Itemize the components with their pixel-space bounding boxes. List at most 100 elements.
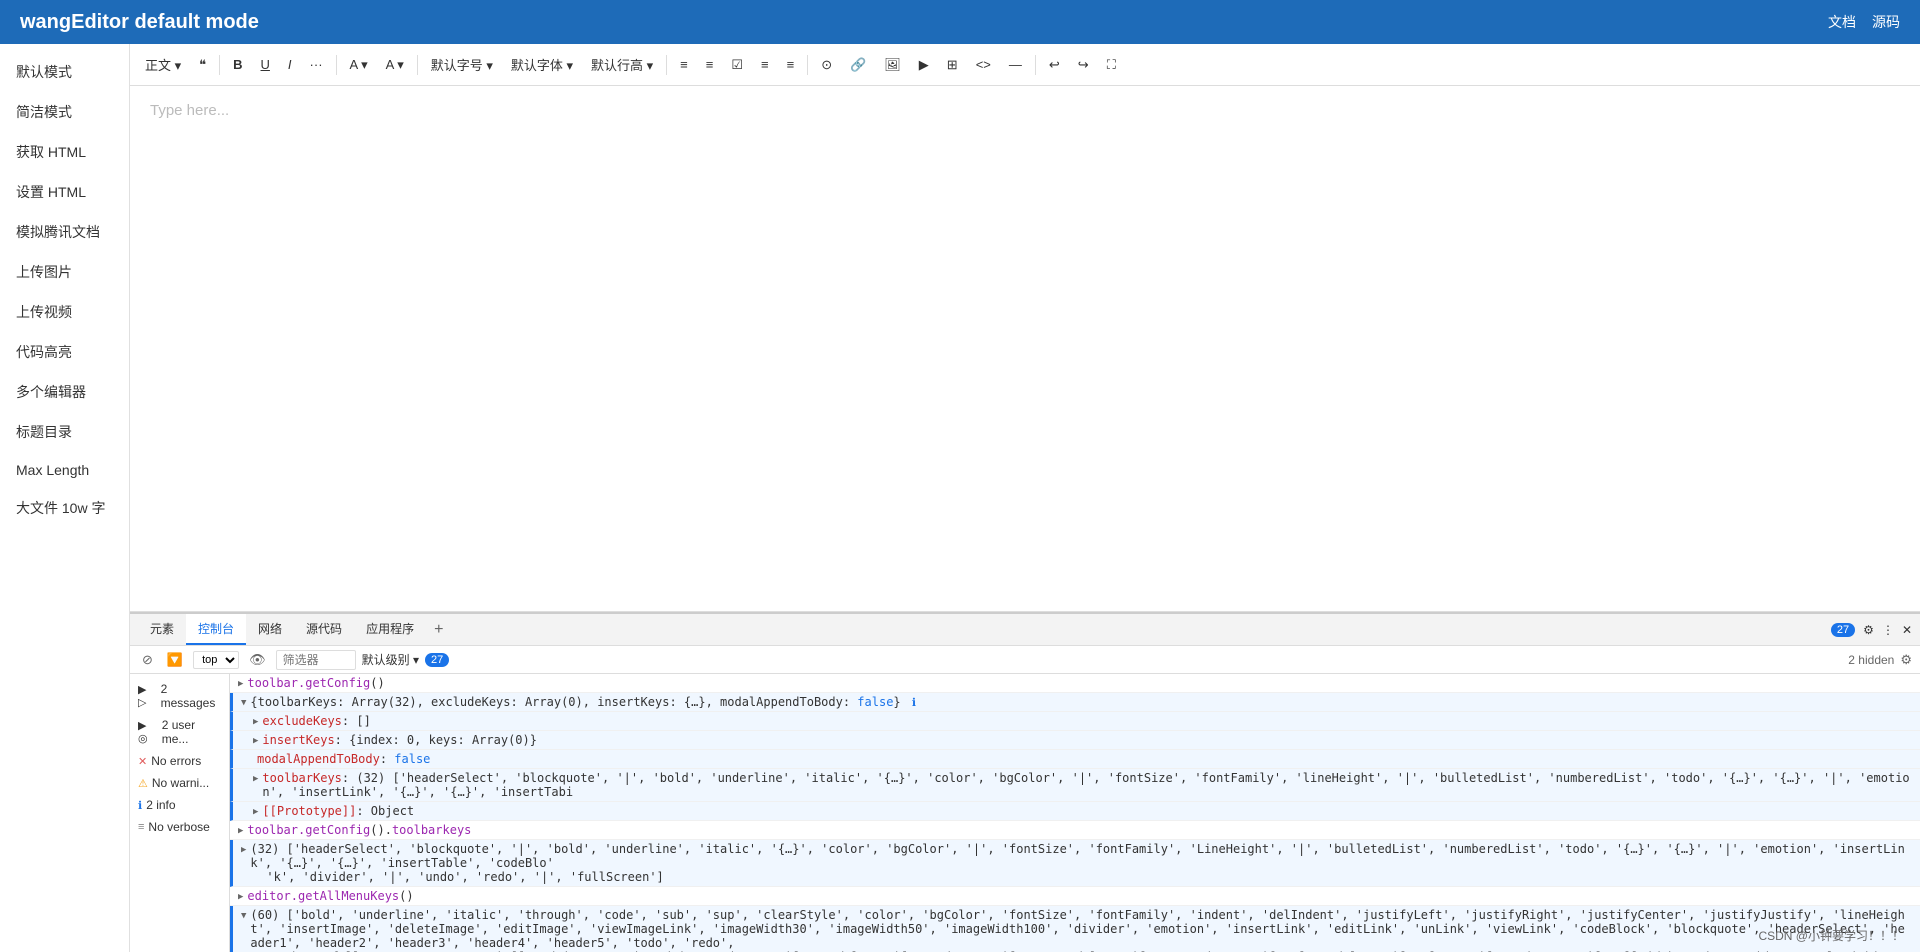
- expand-3[interactable]: [238, 825, 243, 836]
- toolbar-bold[interactable]: B: [226, 54, 249, 75]
- tab-elements[interactable]: 元素: [138, 614, 186, 645]
- console-row-2e: [[Prototype]]: Object: [230, 802, 1920, 821]
- console-text-1: toolbar.getConfig(): [247, 676, 1912, 690]
- tab-console[interactable]: 控制台: [186, 614, 246, 645]
- user-icon: ▶ ◎: [138, 719, 158, 745]
- toolbar-table[interactable]: ⊞: [940, 54, 965, 76]
- doc-link[interactable]: 文档: [1828, 12, 1856, 32]
- toolbar-emotion[interactable]: ⊙: [814, 54, 839, 76]
- toolbar-italic[interactable]: I: [281, 54, 299, 75]
- expand-2[interactable]: [241, 697, 246, 708]
- toolbar-indent[interactable]: ≡: [780, 54, 802, 75]
- sidebar-item-7[interactable]: 代码高亮: [0, 332, 129, 372]
- sidebar-item-5[interactable]: 上传图片: [0, 252, 129, 292]
- toolbar-numberedlist[interactable]: ≡: [699, 54, 721, 75]
- toolbar-divider[interactable]: —: [1002, 54, 1029, 75]
- tab-application[interactable]: 应用程序: [354, 614, 426, 645]
- console-row-2: {toolbarKeys: Array(32), excludeKeys: Ar…: [230, 693, 1920, 712]
- toolbar-lineheight[interactable]: 默认行高 ▾: [584, 52, 660, 77]
- toolbar-justify[interactable]: ≡: [754, 54, 776, 75]
- toolbar-sep-6: [1035, 55, 1036, 75]
- sidebar-item-11[interactable]: 大文件 10w 字: [0, 488, 129, 528]
- toolbar-fullscreen[interactable]: ⛶: [1100, 54, 1123, 76]
- sidebar-item-10[interactable]: Max Length: [0, 452, 129, 488]
- sidebar-item-6[interactable]: 上传视频: [0, 292, 129, 332]
- editor-content[interactable]: Type here...: [130, 86, 1920, 612]
- console-text-4: editor.getAllMenuKeys(): [247, 889, 1912, 903]
- toolbar-color[interactable]: A ▾: [343, 54, 375, 76]
- toolbar-bulletedlist[interactable]: ≡: [673, 54, 695, 75]
- cs-info-label: 2 info: [146, 798, 175, 812]
- devtools-hidden-count: 2 hidden: [1848, 653, 1894, 667]
- toolbar-video[interactable]: ▶: [912, 54, 936, 76]
- error-icon: ✕: [138, 755, 147, 768]
- console-text-2: {toolbarKeys: Array(32), excludeKeys: Ar…: [250, 695, 1912, 709]
- console-row-4: editor.getAllMenuKeys(): [230, 887, 1920, 906]
- devtools-filter-input[interactable]: [276, 650, 356, 670]
- cs-errors-label: No errors: [151, 754, 201, 768]
- toolbar-undo[interactable]: ↩: [1042, 54, 1067, 76]
- devtools-tabbar-right: 27 ⚙ ⋮ ✕: [1831, 623, 1912, 637]
- console-row-1: toolbar.getConfig(): [230, 674, 1920, 693]
- toolbar-blockquote[interactable]: ❝: [192, 54, 213, 76]
- toolbar-redo[interactable]: ↪: [1071, 54, 1096, 76]
- toolbar-underline[interactable]: U: [254, 54, 277, 75]
- main-area: 默认模式简洁模式获取 HTML设置 HTML模拟腾讯文档上传图片上传视频代码高亮…: [0, 44, 1920, 952]
- dt-eye-icon[interactable]: 👁: [245, 650, 270, 670]
- toolbar-more[interactable]: ···: [303, 54, 330, 75]
- sidebar-item-3[interactable]: 设置 HTML: [0, 172, 129, 212]
- toolbar-todo[interactable]: ☑: [724, 54, 750, 76]
- expand-4r[interactable]: [241, 910, 246, 921]
- dt-level-badge: 27: [425, 653, 449, 667]
- cs-errors[interactable]: ✕ No errors: [130, 750, 229, 772]
- source-link[interactable]: 源码: [1872, 12, 1900, 32]
- settings-icon[interactable]: ⚙: [1863, 623, 1874, 637]
- console-row-2b: insertKeys: {index: 0, keys: Array(0)}: [230, 731, 1920, 750]
- dt-prohibit-icon[interactable]: ⊘: [138, 650, 157, 670]
- sidebar-item-8[interactable]: 多个编辑器: [0, 372, 129, 412]
- toolbar-sep-5: [807, 55, 808, 75]
- toolbar-image[interactable]: 🖼: [877, 54, 908, 76]
- editor-area: 正文 ▾ ❝ B U I ··· A ▾ A ▾ 默认字号 ▾ 默认字体 ▾ 默…: [130, 44, 1920, 952]
- dt-level-label: 默认级别 ▾: [362, 651, 419, 668]
- cs-warnings-label: No warni...: [152, 776, 209, 790]
- tab-add[interactable]: +: [426, 617, 451, 643]
- console-row-3r: (32) ['headerSelect', 'blockquote', '|',…: [230, 840, 1920, 887]
- devtools-settings-icon[interactable]: ⚙: [1900, 652, 1912, 668]
- cs-messages[interactable]: ▶ ▷ 2 messages: [130, 678, 229, 714]
- cs-info[interactable]: ℹ 2 info: [130, 794, 229, 816]
- close-icon[interactable]: ✕: [1902, 623, 1912, 637]
- console-row-3: toolbar.getConfig().toolbarkeys: [230, 821, 1920, 840]
- more-icon[interactable]: ⋮: [1882, 623, 1894, 637]
- toolbar-bgcolor[interactable]: A ▾: [379, 54, 411, 76]
- console-row-2a: excludeKeys: []: [230, 712, 1920, 731]
- expand-2d[interactable]: [253, 773, 258, 784]
- toolbar-fontsize[interactable]: 默认字号 ▾: [424, 52, 500, 77]
- cs-verbose[interactable]: ≡ No verbose: [130, 816, 229, 838]
- expand-2b[interactable]: [253, 735, 258, 746]
- sidebar-item-0[interactable]: 默认模式: [0, 52, 129, 92]
- sidebar-item-4[interactable]: 模拟腾讯文档: [0, 212, 129, 252]
- console-sidebar: ▶ ▷ 2 messages ▶ ◎ 2 user me... ✕ No err…: [130, 674, 230, 952]
- expand-1[interactable]: [238, 678, 243, 689]
- toolbar-link[interactable]: 🔗: [843, 54, 873, 76]
- dt-context-select[interactable]: top: [193, 651, 239, 669]
- toolbar-format[interactable]: 正文 ▾: [138, 52, 188, 77]
- console-text-2d: toolbarKeys: (32) ['headerSelect', 'bloc…: [262, 771, 1912, 799]
- cs-warnings[interactable]: ⚠ No warni...: [130, 772, 229, 794]
- dt-filter-icon[interactable]: 🔽: [163, 650, 187, 670]
- tab-network[interactable]: 网络: [246, 614, 294, 645]
- sidebar-item-1[interactable]: 简洁模式: [0, 92, 129, 132]
- expand-3r[interactable]: [241, 844, 246, 855]
- sidebar-item-9[interactable]: 标题目录: [0, 412, 129, 452]
- toolbar-code[interactable]: <>: [969, 54, 998, 75]
- cs-user[interactable]: ▶ ◎ 2 user me...: [130, 714, 229, 750]
- verbose-icon: ≡: [138, 821, 144, 833]
- expand-4[interactable]: [238, 891, 243, 902]
- toolbar-fontfamily[interactable]: 默认字体 ▾: [504, 52, 580, 77]
- tab-sources[interactable]: 源代码: [294, 614, 354, 645]
- expand-2a[interactable]: [253, 716, 258, 727]
- sidebar-item-2[interactable]: 获取 HTML: [0, 132, 129, 172]
- console-text-2a: excludeKeys: []: [262, 714, 1912, 728]
- expand-2e[interactable]: [253, 806, 258, 817]
